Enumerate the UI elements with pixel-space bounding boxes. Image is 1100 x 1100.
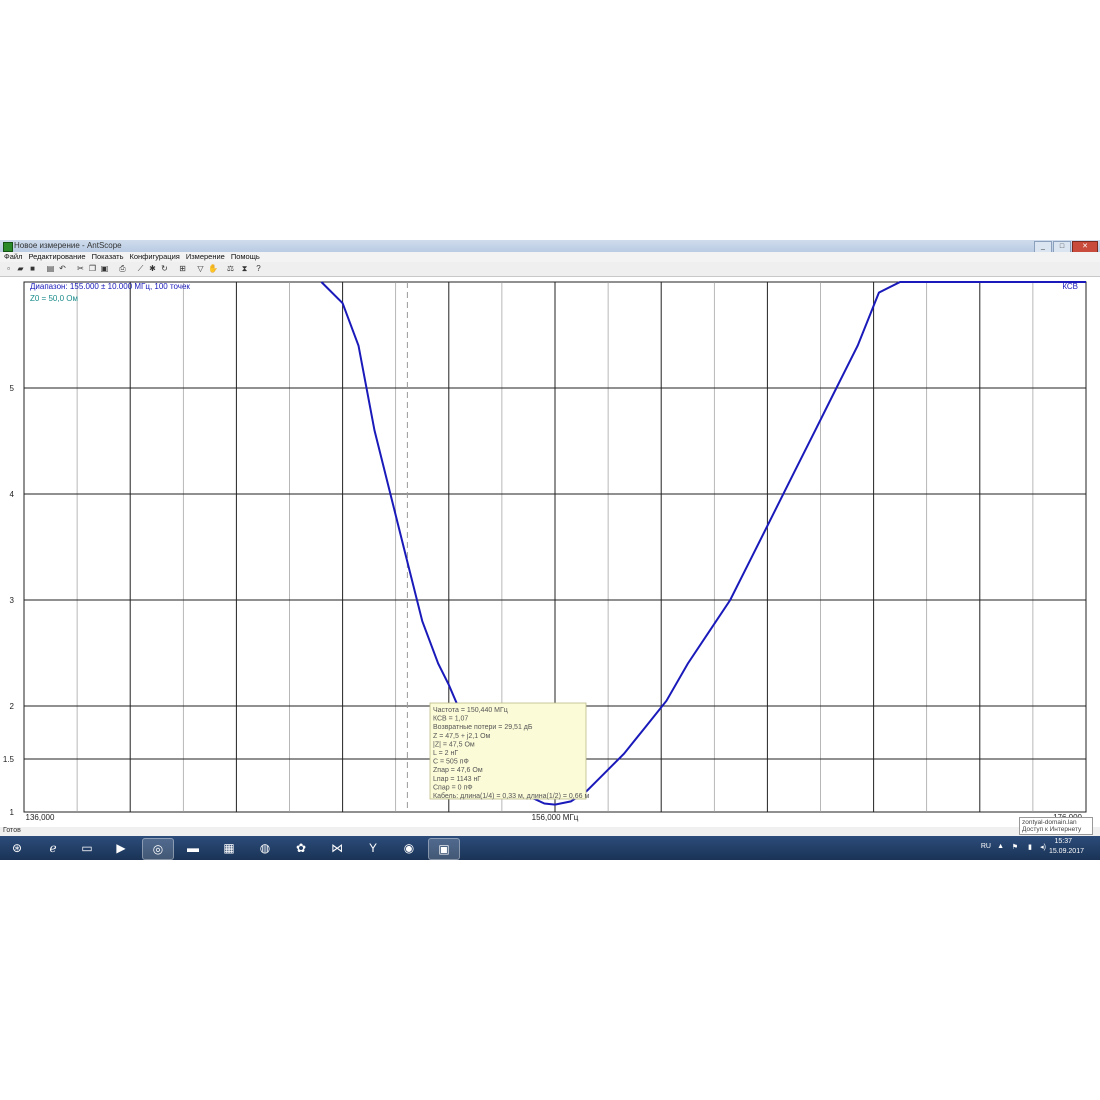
tooltip-line: Lпар = 1143 нГ [433, 776, 481, 783]
x-min-label: 136,000 [26, 813, 55, 822]
star-icon[interactable]: ✱ [148, 264, 157, 273]
tooltip-line: Кабель: длина(1/4) = 0,33 м, длина(1/2) … [433, 792, 589, 800]
x-center-label: 156,000 МГц [532, 813, 579, 822]
yandex-icon[interactable]: Y [358, 838, 388, 858]
help-icon[interactable]: ? [254, 264, 263, 273]
swr-chart[interactable]: 1 1.5 2 3 4 5 Диапазон: 155.000 ± 10.000 МГц,… [0, 277, 1100, 830]
window-title: Новое измерение - AntScope [14, 241, 122, 250]
tooltip-line: L = 2 нГ [433, 750, 458, 757]
menu-edit[interactable]: Редактирование [28, 252, 85, 262]
media-icon[interactable]: ▶ [106, 838, 136, 858]
menu-view[interactable]: Показать [92, 252, 124, 262]
clock-time[interactable]: 15:37 [1054, 838, 1072, 845]
firefox-icon[interactable]: ◍ [250, 838, 280, 858]
flower-icon[interactable]: ✿ [286, 838, 316, 858]
new-file-icon[interactable]: ▫ [4, 264, 13, 273]
hand-icon[interactable]: ✋ [208, 264, 218, 273]
y-tick-label: 3 [10, 596, 15, 605]
menu-measure[interactable]: Измерение [186, 252, 225, 262]
calculator-icon[interactable]: ▦ [214, 838, 244, 858]
explorer-icon[interactable]: ▭ [72, 838, 102, 858]
title-bar[interactable]: Новое измерение - AntScope _ □ ✕ [0, 240, 1100, 253]
save-icon[interactable]: ■ [28, 264, 37, 273]
menu-file[interactable]: Файл [4, 252, 22, 262]
level-icon[interactable]: ⚖ [226, 264, 235, 273]
antscope-window: Новое измерение - AntScope _ □ ✕ Файл Ре… [0, 240, 1100, 860]
notify-status: Доступ к Интернету [1022, 826, 1082, 833]
app-icon [3, 242, 13, 252]
y-tick-label: 1 [10, 808, 15, 817]
tooltip-line: Частота = 150,440 МГц [433, 707, 508, 714]
z0-label: Z0 = 50,0 Ом [30, 294, 78, 303]
cut-icon[interactable]: ✂ [76, 264, 85, 273]
range-label: Диапазон: 155.000 ± 10.000 МГц, 100 точе… [30, 282, 190, 291]
print-icon[interactable]: ⎙ [118, 264, 127, 273]
tray-arrow-icon[interactable]: ▲ [997, 843, 1004, 850]
chrome-icon[interactable]: ◉ [394, 838, 424, 858]
antscope-taskbar-icon[interactable]: ▣ [428, 838, 460, 860]
volume-icon[interactable]: ◂) [1040, 843, 1046, 851]
terminal-icon[interactable]: ▬ [178, 838, 208, 858]
tooltip-line: C = 505 пФ [433, 759, 469, 766]
settings-icon[interactable]: ▤ [46, 264, 55, 273]
copy-icon[interactable]: ❐ [88, 264, 97, 273]
y-tick-label: 5 [10, 384, 15, 393]
lang-indicator[interactable]: RU [981, 843, 991, 850]
y-tick-label: 2 [10, 702, 15, 711]
tooltip: Частота = 150,440 МГц КСВ = 1,07Возвратны… [429, 702, 589, 800]
menu-help[interactable]: Помощь [231, 252, 260, 262]
app-icon-2[interactable]: ◎ [142, 838, 174, 860]
paste-icon[interactable]: ▣ [100, 264, 109, 273]
tooltip-line: Z = 47,5 + j2,1 Ом [433, 733, 491, 740]
menu-bar: Файл Редактирование Показать Конфигураци… [0, 252, 1100, 262]
chart-icon[interactable]: ⟋ [136, 264, 145, 273]
y-tick-labels: 1 1.5 2 3 4 5 [3, 384, 15, 817]
refresh-icon[interactable]: ↻ [160, 264, 169, 273]
tooltip-line: Cпар = 0 пФ [433, 784, 473, 791]
status-text: Готов [3, 827, 21, 834]
start-button[interactable]: ⊛ [2, 838, 32, 858]
y-tick-label: 4 [10, 490, 15, 499]
toolbar: ▫ ▰ ■ ▤ ↶ ✂ ❐ ▣ ⎙ ⟋ ✱ ↻ ⊞ ▽ ✋ ⚖ ⧗ ? [0, 262, 1100, 277]
notify-domain: zontyal-domain.lan [1022, 819, 1077, 826]
series-label: КСВ [1062, 282, 1078, 291]
clock-date[interactable]: 15.09.2017 [1049, 848, 1084, 855]
flag-icon[interactable]: ⚑ [1012, 843, 1018, 851]
vs-icon[interactable]: ⋈ [322, 838, 352, 858]
network-icon[interactable]: ▮ [1028, 843, 1032, 851]
open-icon[interactable]: ▰ [16, 264, 25, 273]
menu-config[interactable]: Конфигурация [129, 252, 179, 262]
tooltip-line: КСВ = 1,07 [433, 716, 468, 723]
undo-icon[interactable]: ↶ [58, 264, 67, 273]
tooltip-line: |Z| = 47,5 Ом [433, 741, 475, 748]
tooltip-line: Возвратные потери = 29,51 дБ [433, 724, 533, 731]
zoom-icon[interactable]: ⊞ [178, 264, 187, 273]
hourglass-icon[interactable]: ⧗ [240, 264, 249, 273]
y-tick-label: 1.5 [3, 755, 15, 764]
status-bar: Готов [0, 827, 1100, 836]
tooltip-line: Zпар = 47,6 Ом [433, 767, 483, 774]
plot-area[interactable]: 1 1.5 2 3 4 5 Диапазон: 155.000 ± 10.000 МГц,… [0, 277, 1100, 830]
ie-icon[interactable]: ℯ [38, 838, 68, 858]
network-notification[interactable]: zontyal-domain.lan Доступ к Интернету [1019, 817, 1093, 835]
taskbar: ⊛ ℯ ▭ ▶ ◎ ▬ ▦ ◍ ✿ ⋈ Y ◉ ▣ RU ▲ ⚑ ▮ ◂) 15… [0, 836, 1100, 860]
marker-icon[interactable]: ▽ [196, 264, 205, 273]
